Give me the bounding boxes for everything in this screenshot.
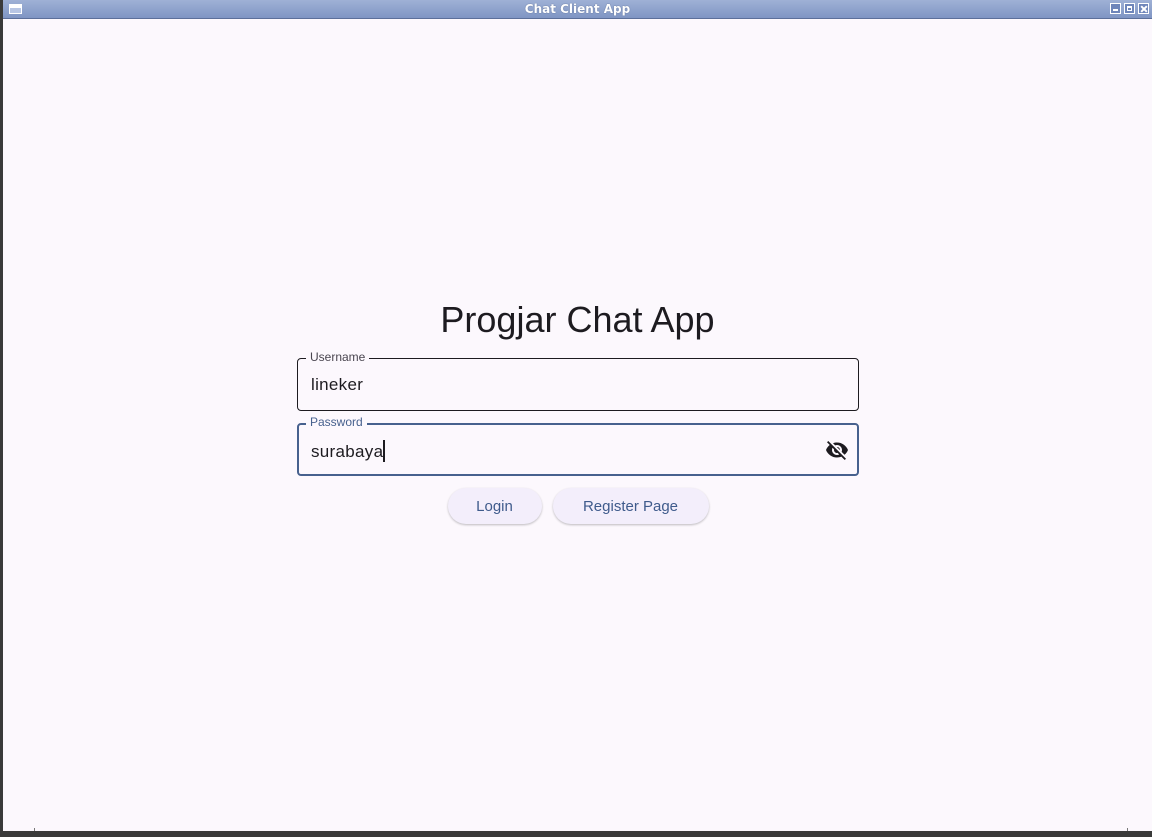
register-page-button[interactable]: Register Page (552, 488, 709, 524)
action-buttons: Login Register Page (3, 488, 1152, 524)
window-title: Chat Client App (524, 2, 631, 16)
app-window: Chat Client App Progjar Chat App Usernam… (0, 0, 1152, 837)
login-page: Progjar Chat App Username lineker Passwo… (3, 19, 1152, 831)
username-label: Username (306, 350, 370, 364)
username-input[interactable]: lineker (311, 375, 363, 395)
text-caret (383, 440, 386, 462)
maximize-icon[interactable] (1124, 3, 1135, 14)
password-label: Password (306, 415, 367, 429)
window-controls (1110, 3, 1149, 14)
minimize-icon[interactable] (1110, 3, 1121, 14)
login-button[interactable]: Login (447, 488, 542, 524)
bottom-edge-mark-left (34, 828, 35, 831)
password-field[interactable]: Password surabaya (297, 415, 859, 476)
page-title: Progjar Chat App (440, 299, 715, 340)
visibility-off-icon[interactable] (825, 438, 849, 462)
username-field[interactable]: Username lineker (297, 350, 859, 411)
window-titlebar[interactable]: Chat Client App (3, 0, 1152, 19)
bottom-edge-mark-right (1127, 828, 1128, 831)
password-input[interactable]: surabaya (311, 440, 386, 462)
password-value: surabaya (311, 442, 384, 461)
close-icon[interactable] (1138, 3, 1149, 14)
